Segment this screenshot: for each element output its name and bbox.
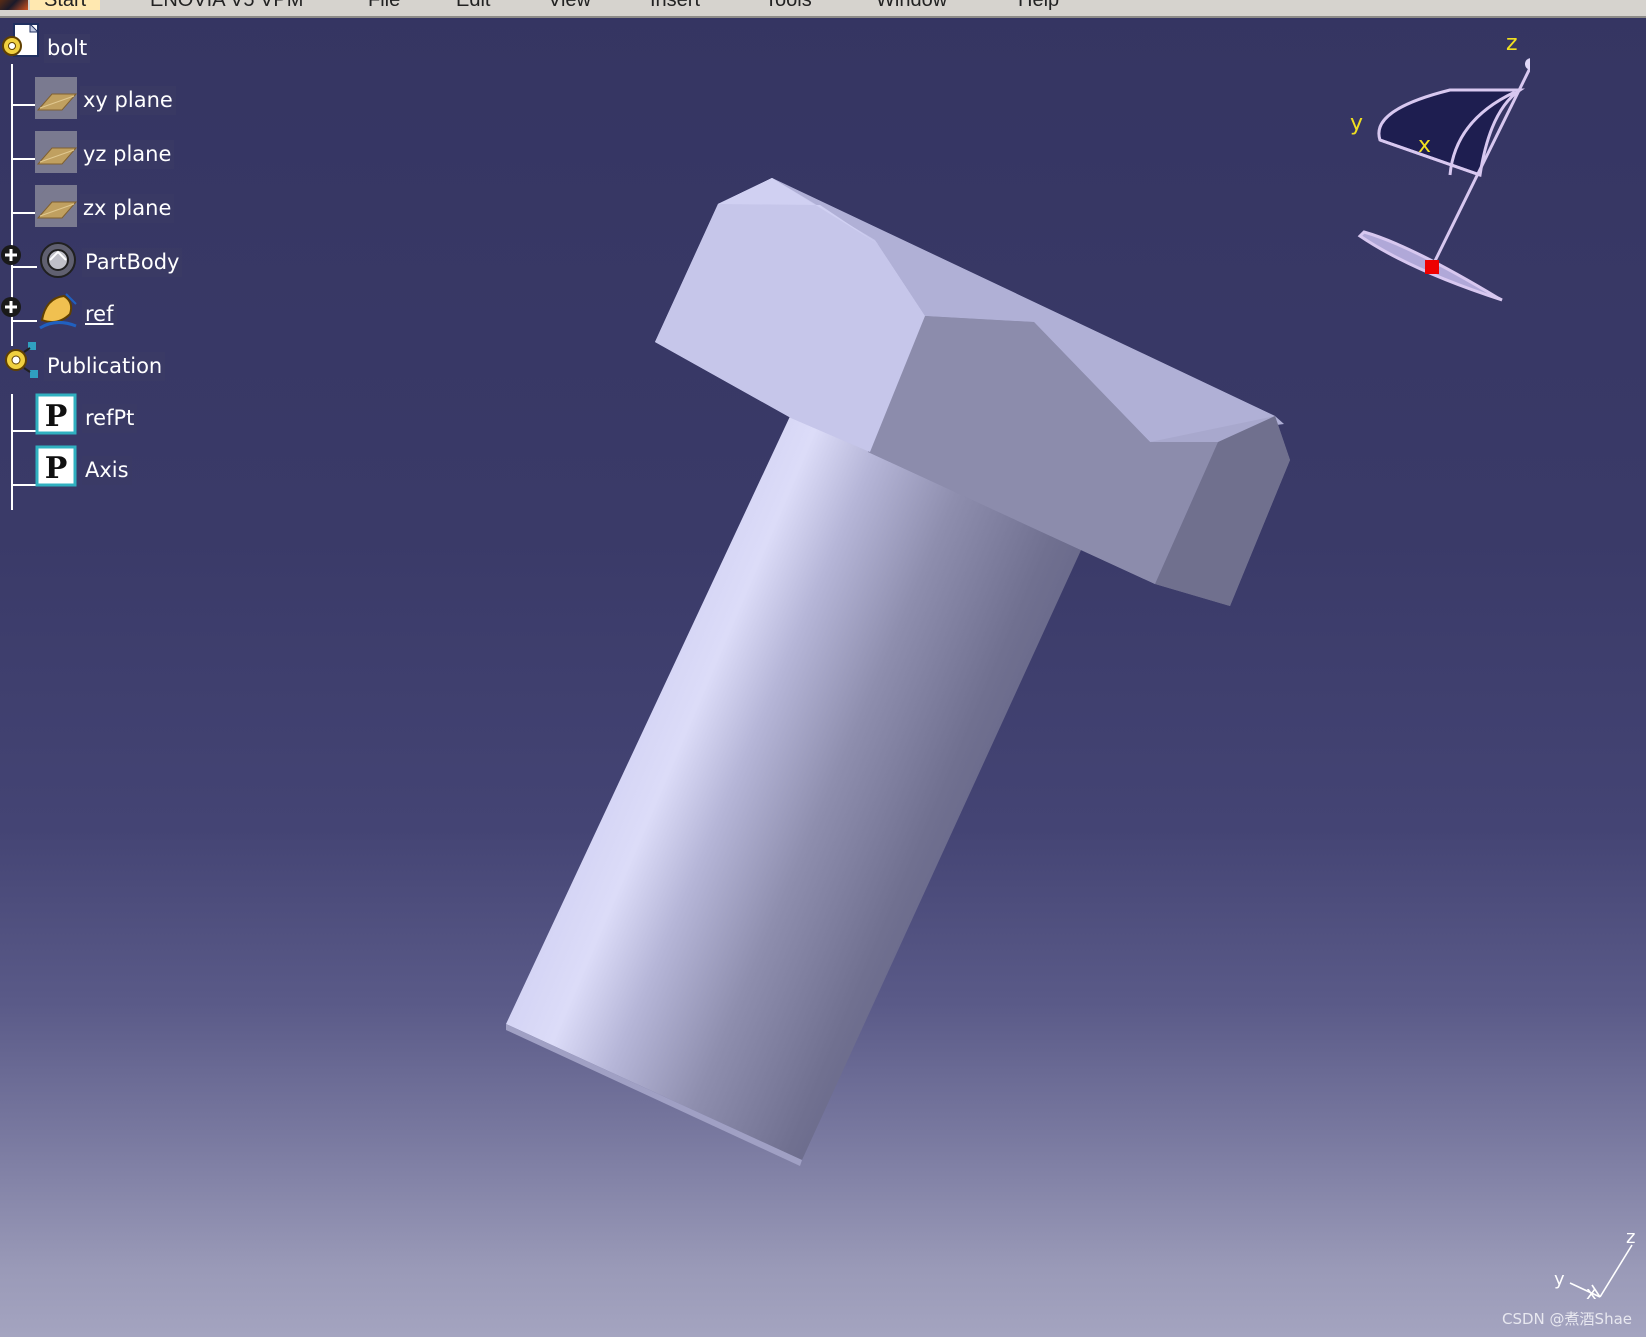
bolt-head-left-face-overlay: [655, 178, 925, 452]
partbody-icon: [40, 242, 76, 278]
tree-node-publication[interactable]: Publication: [0, 340, 200, 381]
tree-node-axis-label: Axis: [82, 456, 132, 485]
tree-node-yz-plane[interactable]: yz plane: [34, 128, 194, 173]
expand-plus-icon[interactable]: [0, 244, 22, 266]
plane-icon: [35, 131, 78, 173]
tree-node-zx-plane-label: zx plane: [80, 194, 175, 223]
compass-anchor-square: [1425, 260, 1439, 274]
tree-node-ref[interactable]: ref: [0, 288, 160, 330]
watermark: CSDN @煮酒Shae: [1502, 1310, 1632, 1328]
menu-bar: Start ENOVIA V5 VPM File Edit View Inser…: [0, 0, 1646, 18]
compass-z-label: z: [1506, 31, 1518, 56]
compass-z-handle: [1525, 58, 1530, 70]
tree-node-yz-plane-label: yz plane: [80, 140, 175, 169]
menu-view[interactable]: View: [548, 0, 591, 10]
plane-icon: [35, 77, 78, 119]
tree-node-zx-plane[interactable]: zx plane: [34, 182, 194, 227]
menu-insert[interactable]: Insert: [650, 0, 700, 10]
geometrical-set-icon: [39, 293, 77, 330]
tree-node-publication-label: Publication: [44, 352, 166, 381]
compass-y-label: y: [1350, 111, 1363, 136]
app-logo-icon: [0, 0, 28, 10]
3d-viewer[interactable]: z y x z y x CSDN @煮酒Shae: [0, 0, 1646, 1337]
svg-text:P: P: [45, 451, 68, 486]
tree-node-partbody[interactable]: PartBody: [0, 236, 200, 278]
menu-enovia[interactable]: ENOVIA V5 VPM: [150, 0, 303, 10]
compass-widget[interactable]: z y x: [1330, 30, 1530, 310]
expand-plus-icon[interactable]: [0, 296, 22, 318]
triad-y-label: y: [1554, 1269, 1565, 1290]
plane-icon: [35, 185, 78, 227]
compass-x-label: x: [1418, 133, 1431, 158]
menu-help[interactable]: Help: [1018, 0, 1059, 10]
publication-item-icon: P: [35, 445, 77, 487]
menu-start[interactable]: Start: [30, 0, 101, 10]
triad-x-label: x: [1586, 1283, 1597, 1304]
tree-node-refpt[interactable]: P refPt: [34, 392, 154, 435]
menu-edit[interactable]: Edit: [456, 0, 490, 10]
menu-window[interactable]: Window: [876, 0, 947, 10]
svg-text:P: P: [45, 399, 68, 434]
bolt-shaft: [506, 412, 1082, 1160]
axis-triad: z y x: [1554, 1227, 1635, 1304]
tree-node-xy-plane[interactable]: xy plane: [34, 74, 194, 119]
part-document-icon: [2, 22, 40, 57]
tree-node-bolt[interactable]: bolt: [0, 22, 120, 64]
tree-node-partbody-label: PartBody: [82, 248, 183, 277]
tree-node-bolt-label: bolt: [44, 34, 91, 63]
menu-tools[interactable]: Tools: [765, 0, 812, 10]
publication-item-icon: P: [35, 393, 77, 435]
tree-node-xy-plane-label: xy plane: [80, 86, 176, 115]
tree-node-axis[interactable]: P Axis: [34, 444, 154, 487]
tree-node-refpt-label: refPt: [82, 404, 138, 433]
tree-node-ref-label: ref: [82, 300, 117, 329]
publication-icon: [5, 342, 38, 378]
specification-tree: bolt xy plane yz plane zx plane PartBody…: [0, 22, 220, 510]
menu-file[interactable]: File: [368, 0, 400, 10]
tree-connector-publication: [11, 394, 13, 510]
triad-z-label: z: [1626, 1227, 1635, 1248]
